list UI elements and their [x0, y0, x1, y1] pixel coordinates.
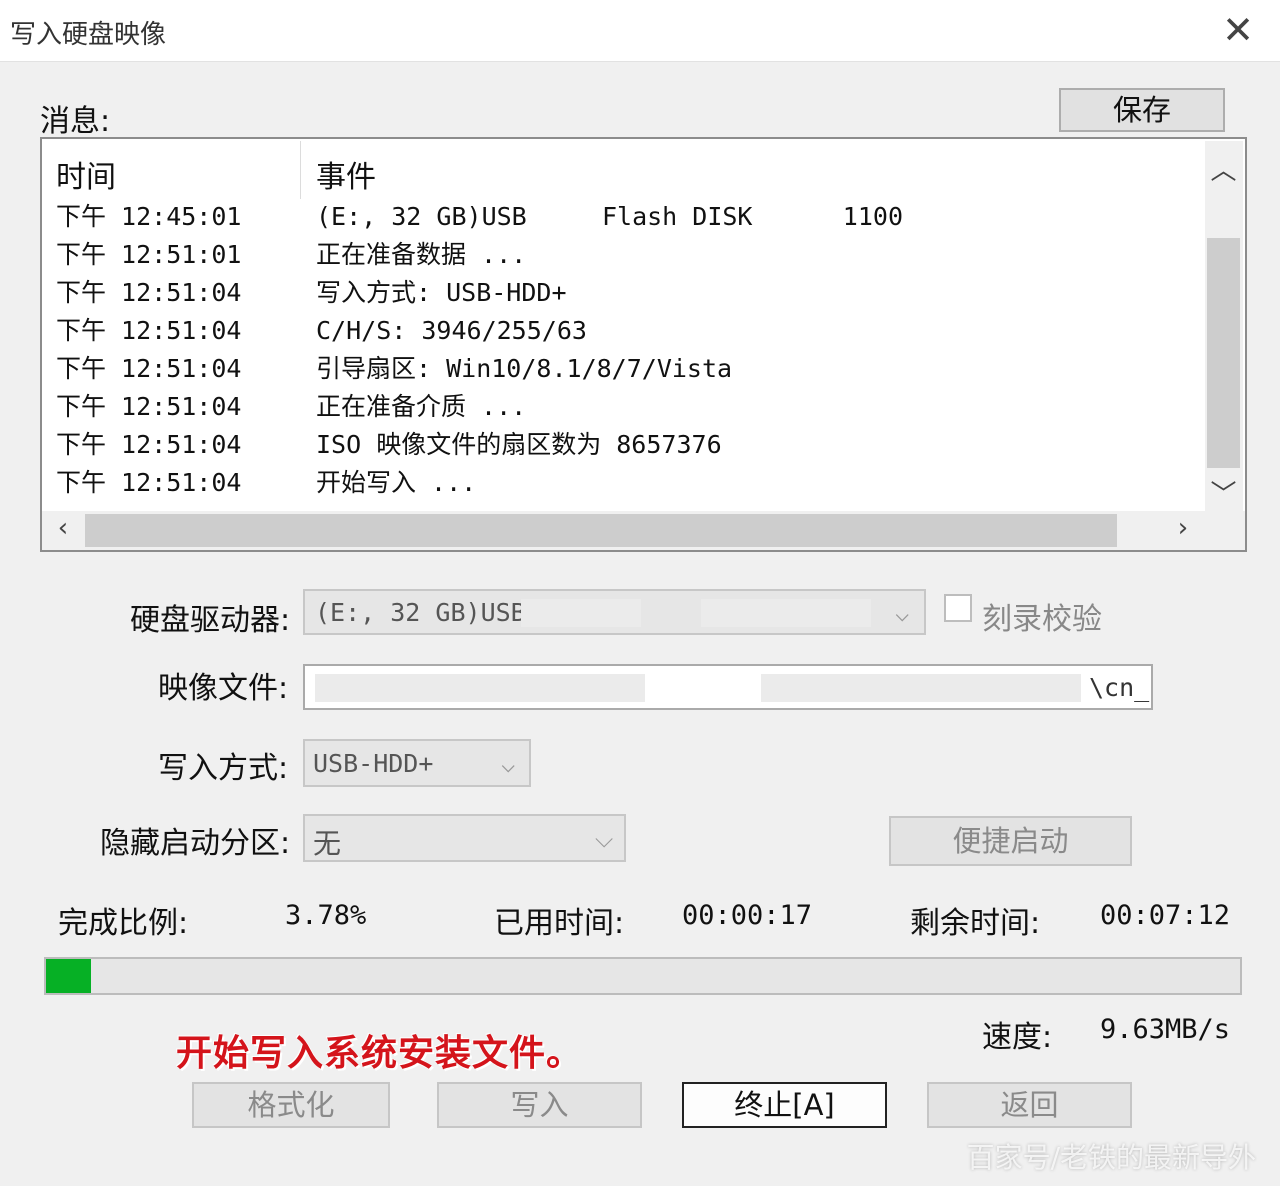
- log-event: 开始写入 ...: [316, 468, 477, 497]
- scroll-right-icon[interactable]: ›: [1168, 513, 1198, 543]
- log-time: 下午 12:51:04: [56, 392, 242, 421]
- annotation-text: 开始写入系统安装文件。: [176, 1033, 584, 1074]
- chevron-down-icon: ⌵: [595, 825, 614, 853]
- column-separator[interactable]: [300, 141, 301, 199]
- column-header-event[interactable]: 事件: [316, 152, 376, 196]
- log-time: 下午 12:45:01: [56, 202, 242, 231]
- elapsed-label: 已用时间:: [494, 906, 625, 941]
- write-mode-label: 写入方式:: [158, 751, 289, 786]
- watermark: 百家号/老铁的最新导外: [966, 1141, 1256, 1174]
- chevron-down-icon: ⌵: [501, 750, 516, 778]
- verify-checkbox[interactable]: [944, 594, 972, 622]
- progress-bar: [44, 957, 1242, 995]
- log-event: 写入方式: USB-HDD+: [316, 278, 567, 307]
- write-button[interactable]: 写入: [437, 1082, 642, 1128]
- log-event: 引导扇区: Win10/8.1/8/7/Vista: [316, 354, 733, 383]
- scroll-left-icon[interactable]: ‹: [48, 513, 78, 543]
- scroll-up-icon[interactable]: ︿: [1207, 150, 1240, 187]
- image-file-input[interactable]: \cn_: [303, 664, 1153, 710]
- save-button[interactable]: 保存: [1059, 88, 1225, 132]
- image-file-value: \cn_: [1089, 673, 1150, 702]
- title-bar: [0, 0, 1280, 62]
- column-header-time[interactable]: 时间: [56, 152, 116, 196]
- log-time: 下午 12:51:04: [56, 468, 242, 497]
- write-mode-value: USB-HDD+: [313, 749, 434, 778]
- quick-boot-button[interactable]: 便捷启动: [889, 816, 1132, 866]
- hidden-partition-label: 隐藏启动分区:: [100, 826, 291, 861]
- write-mode-select[interactable]: USB-HDD+ ⌵: [303, 739, 531, 787]
- redacted-region: [701, 599, 871, 627]
- log-event: ISO 映像文件的扇区数为 8657376: [316, 430, 722, 459]
- redacted-region: [315, 674, 645, 702]
- window-title: 写入硬盘映像: [10, 20, 167, 50]
- redacted-region: [761, 674, 1081, 702]
- log-time: 下午 12:51:04: [56, 430, 242, 459]
- drive-select[interactable]: (E:, 32 GB)USB ⌵: [303, 589, 926, 635]
- remaining-value: 00:07:12: [1100, 900, 1231, 931]
- scroll-down-icon[interactable]: ﹀: [1207, 474, 1240, 511]
- log-time: 下午 12:51:04: [56, 316, 242, 345]
- drive-select-value: (E:, 32 GB)USB: [315, 598, 526, 627]
- drive-label: 硬盘驱动器:: [130, 603, 291, 638]
- hidden-partition-value: 无: [313, 827, 342, 860]
- redacted-region: [521, 599, 641, 627]
- stop-button[interactable]: 终止[A]: [682, 1082, 887, 1128]
- log-event: 正在准备介质 ...: [316, 392, 527, 421]
- back-button[interactable]: 返回: [927, 1082, 1132, 1128]
- progress-bar-fill: [46, 959, 91, 993]
- progress-label: 完成比例:: [58, 906, 189, 941]
- log-time: 下午 12:51:04: [56, 354, 242, 383]
- messages-label: 消息:: [40, 104, 111, 139]
- log-event: (E:, 32 GB)USB Flash DISK 1100: [316, 202, 903, 231]
- image-file-label: 映像文件:: [158, 671, 289, 706]
- speed-value: 9.63MB/s: [1100, 1014, 1231, 1045]
- vertical-scroll-thumb[interactable]: [1207, 238, 1240, 468]
- log-event: C/H/S: 3946/255/63: [316, 316, 587, 345]
- chevron-down-icon: ⌵: [895, 599, 910, 627]
- progress-value: 3.78%: [285, 900, 367, 931]
- verify-label: 刻录校验: [982, 602, 1102, 637]
- log-time: 下午 12:51:01: [56, 240, 242, 269]
- close-icon[interactable]: ✕: [1222, 8, 1254, 52]
- speed-label: 速度:: [982, 1020, 1053, 1055]
- elapsed-value: 00:00:17: [682, 900, 813, 931]
- horizontal-scroll-thumb[interactable]: [85, 514, 1117, 547]
- remaining-label: 剩余时间:: [910, 906, 1041, 941]
- hidden-partition-select[interactable]: 无 ⌵: [303, 814, 626, 862]
- log-time: 下午 12:51:04: [56, 278, 242, 307]
- log-event: 正在准备数据 ...: [316, 240, 527, 269]
- format-button[interactable]: 格式化: [192, 1082, 390, 1128]
